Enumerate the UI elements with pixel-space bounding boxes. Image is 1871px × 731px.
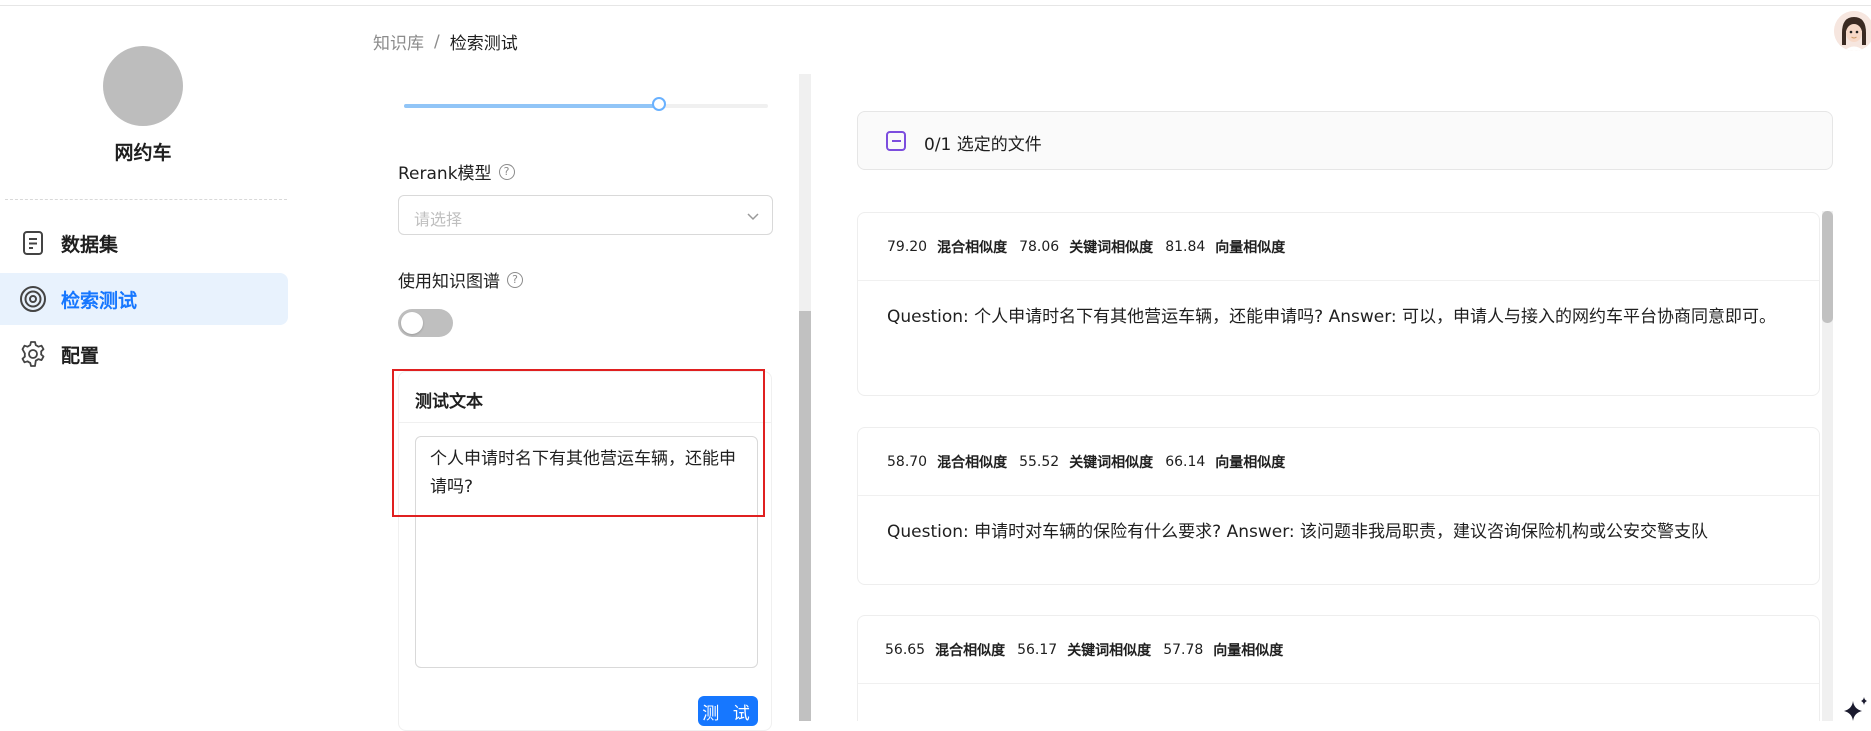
vector-score: 66.14 — [1165, 453, 1206, 470]
sidebar-divider — [5, 199, 287, 200]
slider-handle[interactable] — [651, 97, 666, 111]
scrollbar-thumb[interactable] — [1822, 211, 1833, 323]
result-scores: 58.70 混合相似度 55.52 关键词相似度 66.14 向量相似度 — [858, 428, 1819, 496]
keyword-score: 55.52 — [1019, 453, 1060, 470]
result-scores: 79.20 混合相似度 78.06 关键词相似度 81.84 向量相似度 — [858, 213, 1819, 281]
vector-score-label: 向量相似度 — [1215, 239, 1286, 256]
breadcrumb-knowledge-base-link[interactable]: 知识库 — [373, 29, 424, 54]
breadcrumb-current: 检索测试 — [449, 34, 518, 54]
vector-score-label: 向量相似度 — [1213, 642, 1284, 659]
test-button[interactable]: 测 试 — [698, 696, 758, 726]
hybrid-score: 56.65 — [885, 641, 926, 658]
rerank-model-label: Rerank模型 ? — [398, 159, 515, 184]
knowledge-graph-label-text: 使用知识图谱 — [398, 272, 500, 292]
breadcrumb: 知识库 / 检索测试 — [373, 29, 518, 55]
user-avatar[interactable] — [1834, 11, 1871, 51]
settings-scrollbar[interactable] — [799, 74, 811, 721]
question-circle-icon[interactable]: ? — [498, 163, 515, 180]
slider-fill — [404, 104, 659, 108]
keyword-score: 56.17 — [1017, 641, 1058, 658]
result-scores: 56.65 混合相似度 56.17 关键词相似度 57.78 向量相似度 — [858, 616, 1819, 684]
test-text-card: 测试文本 个人申请时名下有其他营运车辆，还能申请吗? — [398, 371, 772, 731]
scrollbar-thumb[interactable] — [799, 311, 811, 721]
rerank-model-label-text: Rerank模型 — [398, 164, 492, 184]
hybrid-score: 58.70 — [887, 453, 928, 470]
gear-icon — [19, 340, 47, 368]
vector-score: 57.78 — [1163, 641, 1204, 658]
document-icon — [19, 229, 47, 257]
hybrid-score-label: 混合相似度 — [937, 239, 1008, 256]
selected-files-count: 0/1 选定的文件 — [924, 135, 1042, 155]
result-content: Question: 个人申请时名下有其他营运车辆，还能申请吗? Answer: … — [887, 307, 1777, 327]
keyword-score-label: 关键词相似度 — [1067, 642, 1152, 659]
hybrid-score: 79.20 — [887, 238, 928, 255]
knowledge-graph-label: 使用知识图谱 ? — [398, 267, 523, 292]
sidebar-item-label: 配置 — [61, 344, 100, 367]
sidebar-item-label: 检索测试 — [61, 289, 138, 312]
keyword-score: 78.06 — [1019, 238, 1060, 255]
vector-score-label: 向量相似度 — [1215, 454, 1286, 471]
question-circle-icon[interactable]: ? — [507, 271, 523, 288]
result-card[interactable]: 56.65 混合相似度 56.17 关键词相似度 57.78 向量相似度 — [857, 615, 1820, 721]
sidebar-item-dataset[interactable]: 数据集 — [0, 217, 288, 269]
test-text-title: 测试文本 — [415, 392, 483, 412]
target-icon — [19, 285, 47, 313]
hybrid-score-label: 混合相似度 — [935, 642, 1006, 659]
knowledge-graph-switch[interactable] — [398, 309, 453, 337]
results-scrollbar[interactable] — [1822, 211, 1833, 721]
keyword-score-label: 关键词相似度 — [1069, 239, 1154, 256]
rerank-model-placeholder: 请选择 — [414, 210, 463, 229]
top-header-bar — [0, 0, 1871, 6]
minus-icon — [891, 140, 901, 142]
test-text-card-header: 测试文本 — [399, 372, 771, 423]
knowledge-base-name: 网约车 — [114, 142, 172, 164]
rerank-model-select[interactable]: 请选择 — [398, 195, 773, 235]
chevron-down-icon — [746, 208, 760, 227]
hybrid-score-label: 混合相似度 — [937, 454, 1008, 471]
knowledge-base-avatar — [103, 46, 183, 126]
sidebar-item-retrieval-test[interactable]: 检索测试 — [0, 273, 288, 325]
keyword-score-label: 关键词相似度 — [1069, 454, 1154, 471]
sparkle-icon[interactable] — [1840, 695, 1870, 721]
indeterminate-checkbox[interactable] — [886, 131, 906, 151]
similarity-slider[interactable] — [404, 97, 768, 111]
sidebar-item-label: 数据集 — [61, 233, 119, 256]
result-card[interactable]: 79.20 混合相似度 78.06 关键词相似度 81.84 向量相似度 Que… — [857, 212, 1820, 396]
vector-score: 81.84 — [1165, 238, 1206, 255]
switch-knob — [401, 312, 423, 334]
result-card[interactable]: 58.70 混合相似度 55.52 关键词相似度 66.14 向量相似度 Que… — [857, 427, 1820, 585]
result-content: Question: 申请时对车辆的保险有什么要求? Answer: 该问题非我局… — [887, 522, 1709, 542]
breadcrumb-separator: / — [434, 31, 440, 52]
sidebar-item-config[interactable]: 配置 — [0, 328, 288, 380]
test-text-input[interactable]: 个人申请时名下有其他营运车辆，还能申请吗? — [415, 436, 758, 668]
file-selection-bar[interactable]: 0/1 选定的文件 — [857, 111, 1833, 170]
